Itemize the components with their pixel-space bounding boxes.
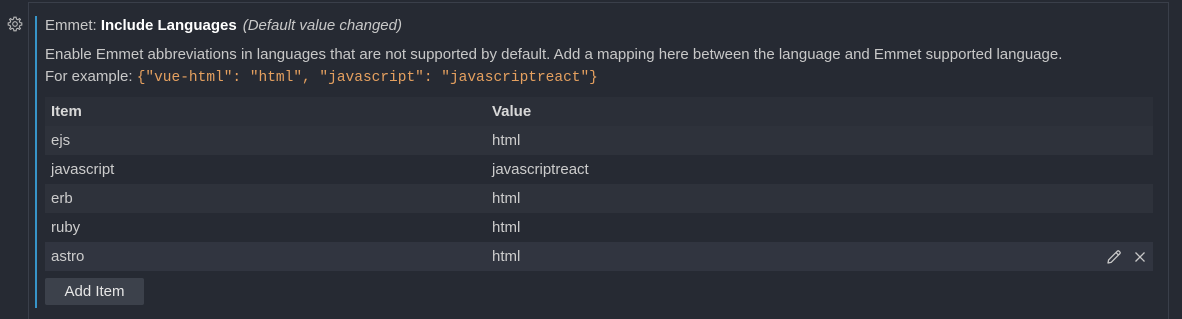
- row-value: html: [492, 132, 521, 149]
- pencil-icon[interactable]: [1105, 248, 1123, 266]
- description-line: Enable Emmet abbreviations in languages …: [45, 46, 1063, 63]
- row-value: html: [492, 190, 521, 207]
- row-item: ruby: [51, 219, 81, 236]
- setting-name: Include Languages: [100, 17, 237, 34]
- row-item: erb: [51, 190, 73, 207]
- table-header: Item Value: [45, 97, 1153, 126]
- table-row[interactable]: javascript javascriptreact: [45, 155, 1153, 184]
- gear-icon[interactable]: [6, 15, 24, 33]
- table-row[interactable]: erb html: [45, 184, 1153, 213]
- table-row[interactable]: ruby html: [45, 213, 1153, 242]
- row-item: javascript: [51, 161, 115, 178]
- row-actions: [1105, 242, 1147, 271]
- row-item: ejs: [51, 132, 71, 149]
- modified-note: (Default value changed): [242, 17, 402, 34]
- modified-indicator: [35, 16, 37, 308]
- setting-description: Enable Emmet abbreviations in languages …: [45, 44, 1165, 89]
- setting-category: Emmet:: [45, 17, 101, 34]
- table-row[interactable]: astro html: [45, 242, 1153, 271]
- description-prefix: For example:: [45, 68, 137, 85]
- close-icon[interactable]: [1133, 250, 1147, 264]
- settings-table: Item Value ejs html javascript javascrip…: [45, 97, 1153, 271]
- example-code: {"vue-html": "html", "javascript": "java…: [136, 70, 598, 86]
- column-header-item: Item: [51, 103, 82, 120]
- row-value: javascriptreact: [492, 161, 589, 178]
- row-value: html: [492, 248, 521, 265]
- add-item-button[interactable]: Add Item: [45, 278, 144, 305]
- setting-title: Emmet: Include Languages (Default value c…: [45, 16, 402, 36]
- description-example-line: For example: {"vue-html": "html", "javas…: [45, 66, 1165, 89]
- row-item: astro: [51, 248, 85, 265]
- column-header-value: Value: [492, 103, 532, 120]
- table-row[interactable]: ejs html: [45, 126, 1153, 155]
- row-value: html: [492, 219, 521, 236]
